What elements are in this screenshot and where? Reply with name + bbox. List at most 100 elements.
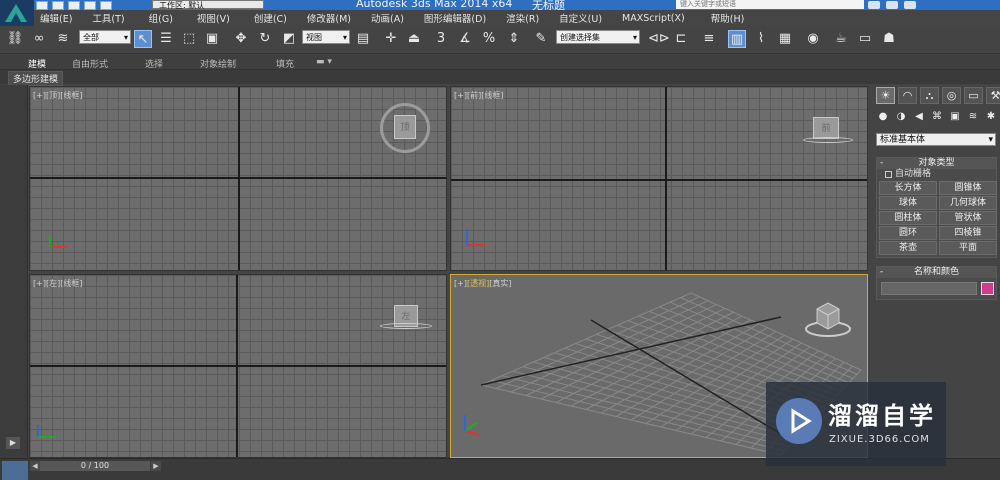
app-menu-button[interactable] <box>0 0 34 26</box>
systems-icon[interactable]: ✱ <box>984 110 998 124</box>
viewcube[interactable] <box>803 297 853 339</box>
space-warps-icon[interactable]: ≋ <box>966 110 980 124</box>
edit-named-selection-icon[interactable]: ✎ <box>532 30 550 48</box>
name-color-header[interactable]: 名称和颜色 <box>877 267 996 278</box>
open-file-icon[interactable] <box>52 0 64 10</box>
box-button[interactable]: 长方体 <box>879 181 937 195</box>
align-icon[interactable]: ⊏ <box>672 30 690 48</box>
tab-populate[interactable]: 填充 <box>276 57 294 70</box>
viewport-view-name[interactable]: [透视] <box>467 279 489 288</box>
object-type-header[interactable]: 对象类型 <box>877 158 996 169</box>
viewport-label[interactable]: [+][顶][线框] <box>33 90 82 101</box>
menu-customize[interactable]: 自定义(U) <box>559 11 602 25</box>
viewport-shading-mode[interactable]: [线框] <box>60 279 82 288</box>
menu-tools[interactable]: 工具(T) <box>92 11 124 25</box>
viewcube[interactable]: 前 <box>813 117 839 139</box>
angle-snap-icon[interactable]: ∡ <box>456 30 474 48</box>
graphite-tools-icon[interactable]: ▥ <box>728 30 746 48</box>
select-by-name-icon[interactable]: ☰ <box>157 30 175 48</box>
modify-tab-icon[interactable]: ◠ <box>898 87 917 104</box>
geometry-icon[interactable]: ● <box>876 110 890 124</box>
viewcube-ring[interactable] <box>803 137 853 143</box>
undo-icon[interactable] <box>84 0 96 10</box>
viewport-top[interactable]: [+][顶][线框] 顶 <box>29 86 447 271</box>
lights-icon[interactable]: ◀ <box>912 110 926 124</box>
binoculars-icon[interactable] <box>868 1 880 9</box>
time-slider[interactable]: 0 / 100 <box>40 461 150 471</box>
display-tab-icon[interactable]: ▭ <box>964 87 983 104</box>
viewport-left[interactable]: [+][左][线框] 左 <box>29 274 447 458</box>
helpers-icon[interactable]: ▣ <box>948 110 962 124</box>
viewport-layout-icon[interactable] <box>2 461 28 480</box>
viewport-view-name[interactable]: [前] <box>467 91 481 100</box>
viewport-label[interactable]: [+][透视][真实] <box>454 278 511 289</box>
timeline-next-icon[interactable]: ▶ <box>151 461 161 471</box>
menu-graph-editors[interactable]: 图形编辑器(D) <box>424 11 486 25</box>
new-file-icon[interactable] <box>36 0 48 10</box>
menu-create[interactable]: 创建(C) <box>254 11 287 25</box>
menu-group[interactable]: 组(G) <box>149 11 173 25</box>
ribbon-options-icon[interactable]: ▬ ▾ <box>316 57 332 67</box>
cone-button[interactable]: 圆锥体 <box>939 181 997 195</box>
select-object-icon[interactable]: ↖ <box>134 30 152 48</box>
scale-icon[interactable]: ◩ <box>280 30 298 48</box>
cameras-icon[interactable]: ⌘ <box>930 110 944 124</box>
viewport-menu-plus[interactable]: [+] <box>454 279 467 288</box>
cylinder-button[interactable]: 圆柱体 <box>879 211 937 225</box>
tab-modeling[interactable]: 建模 <box>28 57 46 70</box>
tab-freeform[interactable]: 自由形式 <box>72 57 108 70</box>
window-crossing-icon[interactable]: ▣ <box>203 30 221 48</box>
unlink-icon[interactable]: ∞ <box>30 30 48 48</box>
sphere-button[interactable]: 球体 <box>879 196 937 210</box>
rectangular-selection-icon[interactable]: ⬚ <box>180 30 198 48</box>
pyramid-button[interactable]: 四棱锥 <box>939 226 997 240</box>
viewcube-ring[interactable] <box>380 323 432 329</box>
snaps-toggle-icon[interactable]: 3 <box>432 30 450 48</box>
teapot-button[interactable]: 茶壶 <box>879 241 937 255</box>
menu-views[interactable]: 视图(V) <box>197 11 230 25</box>
timeline-prev-icon[interactable]: ◀ <box>30 461 40 471</box>
select-manipulate-icon[interactable]: ✛ <box>382 30 400 48</box>
percent-snap-icon[interactable]: % <box>480 30 498 48</box>
named-selection-dropdown[interactable]: 创建选择集 <box>556 30 640 44</box>
rotate-icon[interactable]: ↻ <box>256 30 274 48</box>
expand-arrow-icon[interactable]: ▶ <box>6 437 20 449</box>
reference-coordinate-dropdown[interactable]: 视图 <box>302 30 350 44</box>
plane-button[interactable]: 平面 <box>939 241 997 255</box>
render-setup-icon[interactable]: ☕ <box>832 30 850 48</box>
shapes-icon[interactable]: ◑ <box>894 110 908 124</box>
material-editor-icon[interactable]: ◉ <box>804 30 822 48</box>
menu-maxscript[interactable]: MAXScript(X) <box>622 13 685 24</box>
tab-selection[interactable]: 选择 <box>145 57 163 70</box>
curve-editor-icon[interactable]: ⌇ <box>752 30 770 48</box>
object-color-swatch[interactable] <box>981 282 994 295</box>
polygon-modeling-label[interactable]: 多边形建模 <box>8 71 64 86</box>
hierarchy-tab-icon[interactable]: ⛬ <box>920 87 939 104</box>
utilities-tab-icon[interactable]: ⚒ <box>986 87 1000 104</box>
torus-button[interactable]: 圆环 <box>879 226 937 240</box>
viewcube[interactable]: 顶 <box>394 115 416 139</box>
geosphere-button[interactable]: 几何球体 <box>939 196 997 210</box>
schematic-view-icon[interactable]: ▦ <box>776 30 794 48</box>
pivot-center-icon[interactable]: ▤ <box>354 30 372 48</box>
checkbox-icon[interactable] <box>885 171 892 178</box>
spinner-snap-icon[interactable]: ⇕ <box>505 30 523 48</box>
viewport-shading-mode[interactable]: [真实] <box>489 279 511 288</box>
viewport-label[interactable]: [+][左][线框] <box>33 278 82 289</box>
link-icon[interactable]: ⛓ <box>6 30 24 48</box>
render-production-icon[interactable]: ☗ <box>880 30 898 48</box>
object-name-input[interactable] <box>881 282 977 295</box>
viewport-view-name[interactable]: [左] <box>46 279 60 288</box>
bind-space-warp-icon[interactable]: ≋ <box>54 30 72 48</box>
category-dropdown[interactable]: 标准基本体 <box>876 133 996 146</box>
autogrid-checkbox[interactable]: 自动栅格 <box>877 169 996 180</box>
move-icon[interactable]: ✥ <box>232 30 250 48</box>
viewport-view-name[interactable]: [顶] <box>46 91 60 100</box>
menu-edit[interactable]: 编辑(E) <box>40 11 72 25</box>
menu-rendering[interactable]: 渲染(R) <box>506 11 539 25</box>
viewport-front[interactable]: [+][前][线框] 前 <box>450 86 868 271</box>
selection-filter-dropdown[interactable]: 全部 <box>79 30 131 44</box>
menu-help[interactable]: 帮助(H) <box>711 11 745 25</box>
create-tab-icon[interactable]: ☀ <box>876 87 895 104</box>
rendered-frame-icon[interactable]: ▭ <box>856 30 874 48</box>
